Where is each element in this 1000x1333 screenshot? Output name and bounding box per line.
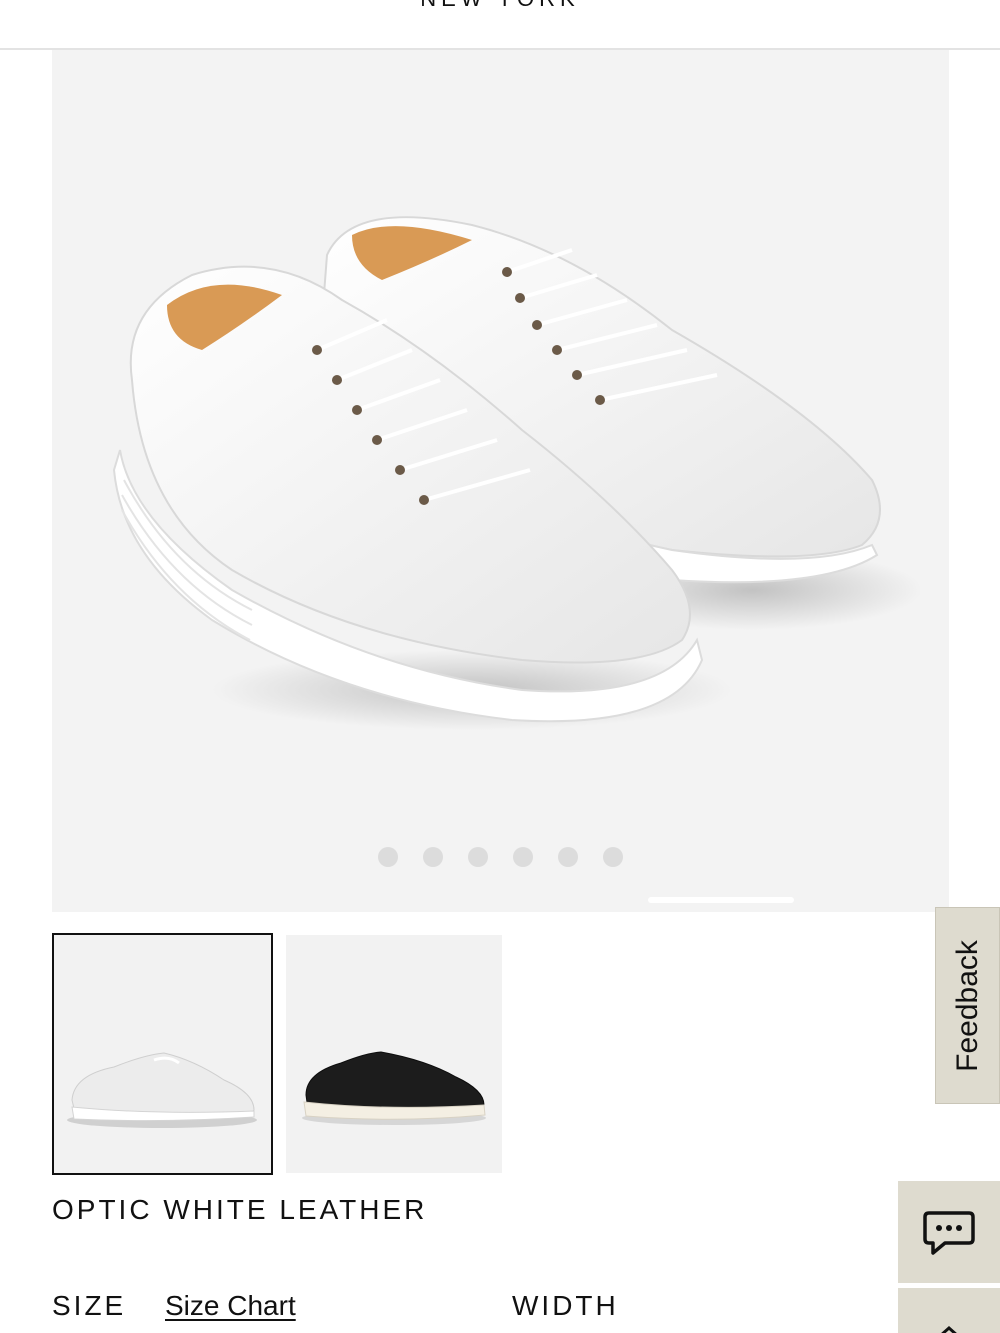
size-label: SIZE	[52, 1290, 127, 1321]
selected-color-name: OPTIC WHITE LEATHER	[52, 1194, 428, 1225]
width-label: WIDTH	[512, 1290, 619, 1321]
carousel-dot-4[interactable]	[513, 847, 533, 867]
scroll-to-top-button[interactable]	[898, 1288, 1000, 1333]
size-chart-link[interactable]: Size Chart	[165, 1290, 296, 1322]
carousel-scrollbar[interactable]	[648, 897, 794, 903]
carousel-dot-1[interactable]	[378, 847, 398, 867]
chat-bubble-icon	[923, 1211, 975, 1255]
carousel-dot-5[interactable]	[558, 847, 578, 867]
swatch-image-black	[302, 1051, 486, 1125]
swatch-optic-white-leather[interactable]	[52, 933, 273, 1175]
chevron-up-icon	[941, 1325, 957, 1333]
product-image-white-sneakers	[112, 216, 922, 730]
carousel-dot-6[interactable]	[603, 847, 623, 867]
feedback-tab[interactable]: Feedback	[935, 907, 1000, 1104]
swatch-black-leather[interactable]	[286, 935, 502, 1173]
swatch-image-white	[67, 1052, 257, 1128]
brand-logo-subtitle[interactable]: NEW YORK	[0, 0, 1000, 12]
feedback-label: Feedback	[950, 939, 984, 1072]
carousel-dot-2[interactable]	[423, 847, 443, 867]
site-header: NEW YORK	[0, 0, 1000, 50]
product-page: NEW YORK	[0, 0, 1000, 1333]
carousel-dot-3[interactable]	[468, 847, 488, 867]
carousel-dots	[52, 847, 949, 867]
chat-button[interactable]	[898, 1181, 1000, 1283]
product-image-carousel[interactable]	[52, 50, 949, 912]
